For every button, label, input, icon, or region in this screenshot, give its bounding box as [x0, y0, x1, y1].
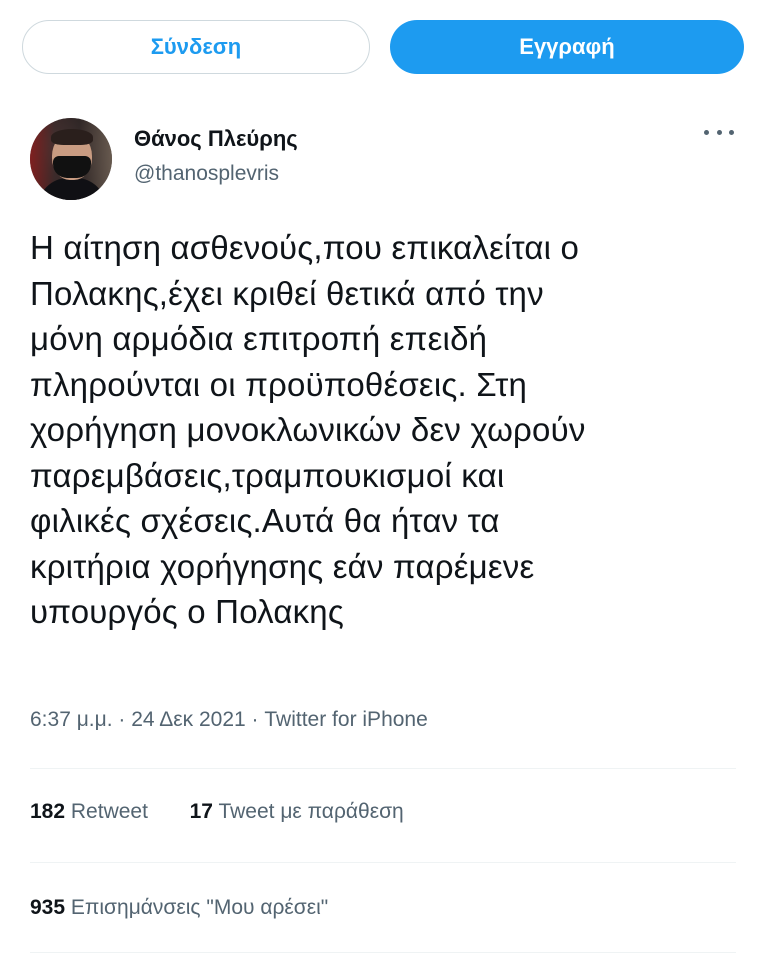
divider: [30, 862, 736, 863]
divider: [30, 768, 736, 769]
avatar-hair: [51, 129, 93, 145]
tweet-line: φιλικές σχέσεις.Αυτά θα ήταν τα: [30, 502, 500, 539]
avatar-mask: [53, 156, 91, 178]
tweet-line: πληρούνται οι προϋποθέσεις. Στη: [30, 365, 528, 403]
tweet-line: χορήγηση μονοκλωνικών δεν χωρούν: [30, 411, 586, 448]
tweet-line: Πολακης,έχει κριθεί θετικά από την: [30, 274, 544, 312]
tweet-line: παρεμβάσεις,τραμπουκισμοί και: [30, 456, 505, 494]
tweet-line: υπουργός ο Πολακης: [30, 593, 344, 630]
tweet-timestamp[interactable]: 6:37 μ.μ. · 24 Δεκ 2021 · Twitter for iP…: [30, 708, 428, 732]
retweets-link[interactable]: 182 Retweet: [30, 800, 154, 823]
tweet-header: Θάνος Πλεύρης @thanosplevris: [30, 112, 742, 204]
divider: [30, 952, 736, 953]
avatar[interactable]: [30, 118, 112, 200]
retweet-stats: 182 Retweet 17 Tweet με παράθεση: [30, 800, 404, 824]
quotes-count: 17: [189, 800, 213, 823]
likes-label: Επισημάνσεις "Μου αρέσει": [70, 896, 329, 919]
more-options-icon[interactable]: [704, 126, 734, 138]
tweet-line: Η αίτηση ασθενούς,που επικαλείται ο: [30, 229, 580, 266]
top-bar: Σύνδεση Εγγραφή: [22, 20, 744, 76]
quotes-label: Tweet με παράθεση: [218, 800, 404, 823]
signup-button[interactable]: Εγγραφή: [390, 20, 744, 74]
dot-icon: [729, 129, 734, 135]
likes-stats[interactable]: 935 Επισημάνσεις "Μου αρέσει": [30, 896, 328, 920]
dot-icon: [716, 129, 722, 135]
likes-count: 935: [30, 896, 66, 919]
author-name[interactable]: Θάνος Πλεύρης: [134, 126, 298, 152]
tweet-text: Η αίτηση ασθενούς,που επικαλείται ο Πολα…: [30, 225, 750, 635]
dot-icon: [704, 129, 709, 135]
author-handle[interactable]: @thanosplevris: [134, 162, 279, 186]
retweets-label: Retweet: [70, 800, 148, 823]
tweet-line: κριτήρια χορήγησης εάν παρέμενε: [30, 547, 535, 585]
retweets-count: 182: [30, 800, 66, 823]
login-button[interactable]: Σύνδεση: [22, 20, 370, 74]
tweet-line: μόνη αρμόδια επιτροπή επειδή: [30, 320, 488, 357]
quotes-link[interactable]: 17 Tweet με παράθεση: [190, 800, 404, 823]
